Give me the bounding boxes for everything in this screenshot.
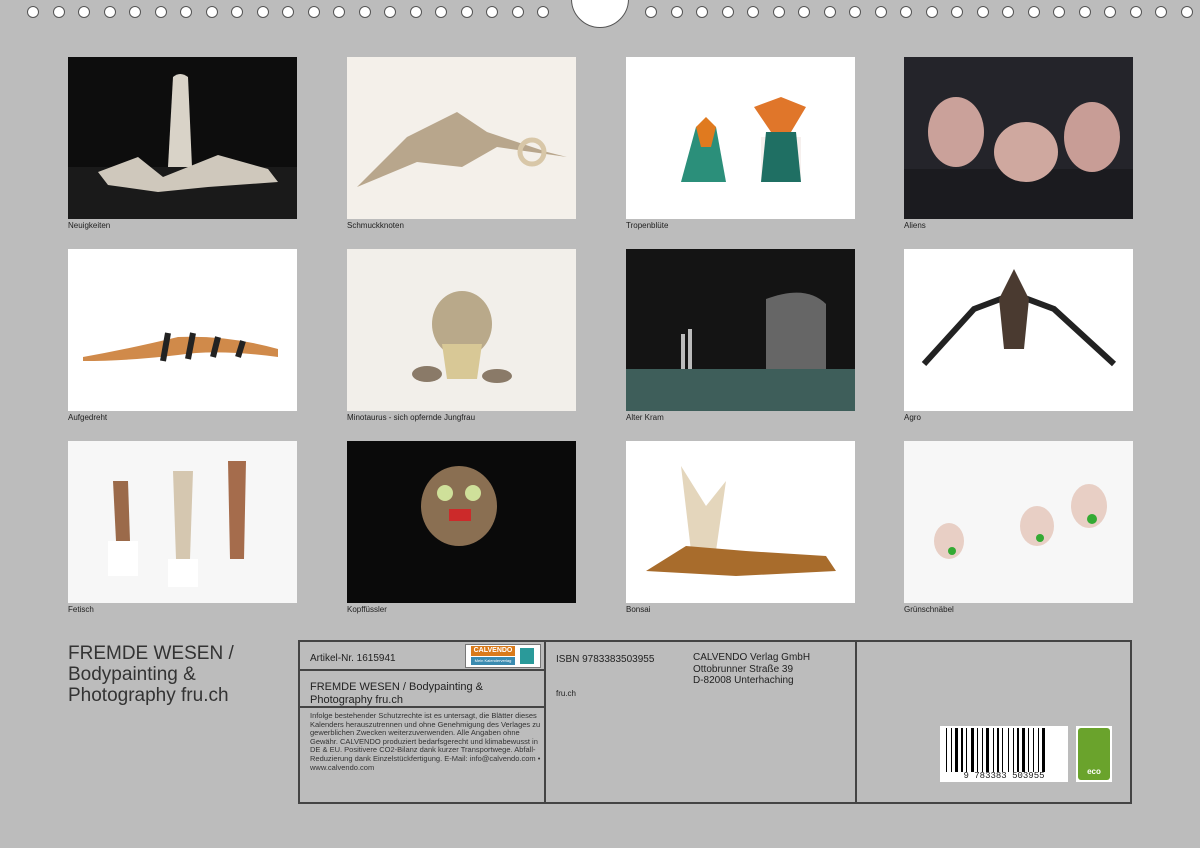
- binding-hole: [180, 6, 192, 18]
- title-line-3: Photography fru.ch: [68, 685, 229, 706]
- caption-3: Tropenblüte: [626, 221, 669, 230]
- binding-hole: [1079, 6, 1091, 18]
- divider: [855, 642, 857, 802]
- caption-9: Fetisch: [68, 605, 94, 614]
- author: fru.ch: [556, 689, 577, 698]
- barcode-digits: 9 783383 503955: [963, 771, 1045, 781]
- thumbnail-aliens: [904, 57, 1133, 219]
- binding-hole: [206, 6, 218, 18]
- binding-hole: [129, 6, 141, 18]
- caption-12: Grünschnäbel: [904, 605, 954, 614]
- binding-hole: [155, 6, 167, 18]
- publisher-name: CALVENDO Verlag GmbH: [693, 652, 811, 663]
- binding-hole: [231, 6, 243, 18]
- logo-mark-icon: [520, 648, 534, 664]
- caption-4: Aliens: [904, 221, 926, 230]
- caption-11: Bonsai: [626, 605, 651, 614]
- binding-hole: [435, 6, 447, 18]
- binding-hole: [384, 6, 396, 18]
- thumbnail-schmuckknoten: [347, 57, 576, 219]
- legal-notice: Infolge bestehender Schutzrechte ist es …: [310, 711, 541, 772]
- publisher-street: Ottobrunner Straße 39: [693, 664, 794, 675]
- binding-hole: [645, 6, 657, 18]
- thumbnail-kopffuessler: [347, 441, 576, 603]
- title-line-1: FREMDE WESEN /: [68, 643, 234, 664]
- isbn: ISBN 9783383503955: [556, 654, 655, 665]
- thumbnail-alter-kram: [626, 249, 855, 411]
- binding-hole: [900, 6, 912, 18]
- binding-hole: [722, 6, 734, 18]
- barcode: 9 783383 503955: [940, 726, 1068, 782]
- product-title-2: Photography fru.ch: [310, 694, 403, 706]
- article-number: Artikel-Nr. 1615941: [310, 653, 396, 664]
- thumbnail-minotaurus: [347, 249, 576, 411]
- binding-hole: [1053, 6, 1065, 18]
- binding-hole: [926, 6, 938, 18]
- product-title-1: FREMDE WESEN / Bodypainting &: [310, 681, 484, 693]
- calvendo-logo: CALVENDO Mein Kalenderverlag: [465, 644, 541, 668]
- eco-label: eco: [1087, 767, 1101, 776]
- binding-hole: [537, 6, 549, 18]
- thumbnail-agro: [904, 249, 1133, 411]
- binding-hole: [282, 6, 294, 18]
- binding-hole: [1181, 6, 1193, 18]
- logo-tagline: Mein Kalenderverlag: [471, 657, 515, 665]
- binding-hole: [333, 6, 345, 18]
- caption-6: Minotaurus - sich opfernde Jungfrau: [347, 413, 476, 422]
- publisher-city: D-82008 Unterhaching: [693, 675, 794, 686]
- caption-7: Alter Kram: [626, 413, 664, 422]
- binding-hole: [78, 6, 90, 18]
- binding-hole: [671, 6, 683, 18]
- thumbnail-aufgedreht: [68, 249, 297, 411]
- eco-badge: eco: [1076, 726, 1112, 782]
- binding-hole: [1155, 6, 1167, 18]
- caption-1: Neuigkeiten: [68, 221, 111, 230]
- caption-2: Schmuckknoten: [347, 221, 404, 230]
- binding-hole: [27, 6, 39, 18]
- binding-hole: [1028, 6, 1040, 18]
- thumbnail-bonsai: [626, 441, 855, 603]
- binding-hole: [951, 6, 963, 18]
- thumbnail-tropenbluete: [626, 57, 855, 219]
- thumbnail-fetisch: [68, 441, 297, 603]
- thumbnail-neuigkeiten: [68, 57, 297, 219]
- binding-hole: [1104, 6, 1116, 18]
- caption-8: Agro: [904, 413, 921, 422]
- binding-hole: [696, 6, 708, 18]
- divider: [300, 669, 544, 671]
- binding-hole: [824, 6, 836, 18]
- title-line-2: Bodypainting &: [68, 664, 196, 685]
- binding-hole: [747, 6, 759, 18]
- binding-hole: [410, 6, 422, 18]
- binding-hole: [977, 6, 989, 18]
- thumbnail-gruenschnaebel: [904, 441, 1133, 603]
- binding-hole: [1002, 6, 1014, 18]
- binding-hole: [1130, 6, 1142, 18]
- calendar-title: FREMDE WESEN / Bodypainting & Photograph…: [68, 643, 234, 706]
- divider: [300, 706, 544, 708]
- binding-hole: [461, 6, 473, 18]
- binding-hole: [53, 6, 65, 18]
- binding-hole: [875, 6, 887, 18]
- caption-10: Kopffüssler: [347, 605, 387, 614]
- binding-hole: [486, 6, 498, 18]
- binding-hole: [773, 6, 785, 18]
- binding-hole: [359, 6, 371, 18]
- binding-hole: [257, 6, 269, 18]
- binding-hole: [104, 6, 116, 18]
- imprint-panel: Artikel-Nr. 1615941 CALVENDO Mein Kalend…: [298, 640, 1132, 804]
- caption-5: Aufgedreht: [68, 413, 108, 422]
- binding-hole: [849, 6, 861, 18]
- binding-hole: [798, 6, 810, 18]
- binding-hole: [512, 6, 524, 18]
- binding-hole: [308, 6, 320, 18]
- logo-wordmark: CALVENDO: [471, 646, 515, 656]
